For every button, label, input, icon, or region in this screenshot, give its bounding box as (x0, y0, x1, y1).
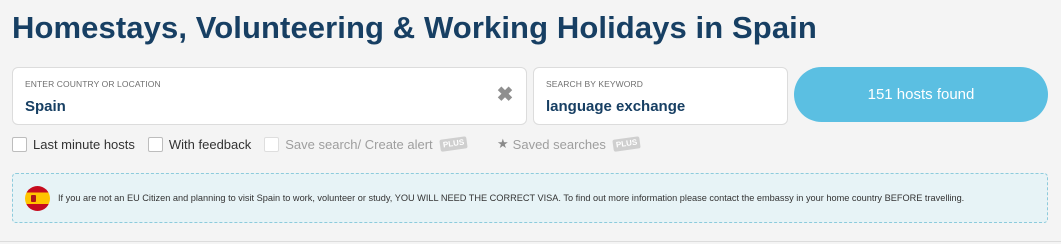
keyword-field[interactable]: SEARCH BY KEYWORD (533, 67, 788, 125)
with-feedback-checkbox-box[interactable] (147, 136, 163, 152)
visa-notice: If you are not an EU Citizen and plannin… (12, 173, 1048, 223)
plus-badge: PLUS (612, 136, 641, 152)
location-field[interactable]: ENTER COUNTRY OR LOCATION ✖ (12, 67, 527, 125)
last-minute-checkbox[interactable]: Last minute hosts (12, 136, 135, 152)
last-minute-label: Last minute hosts (33, 136, 135, 152)
plus-badge: PLUS (438, 136, 468, 152)
visa-notice-text: If you are not an EU Citizen and plannin… (58, 193, 965, 203)
hosts-found-button[interactable]: 151 hosts found (794, 67, 1048, 122)
last-minute-checkbox-box[interactable] (12, 136, 27, 152)
save-search-label: Save search/ Create alert (285, 136, 433, 152)
keyword-input[interactable] (546, 98, 776, 115)
location-field-label: ENTER COUNTRY OR LOCATION (25, 79, 161, 89)
star-icon: ★ (497, 136, 509, 151)
keyword-field-label: SEARCH BY KEYWORD (546, 79, 643, 89)
search-filters: Last minute hosts With feedback Save sea… (12, 135, 641, 153)
divider (0, 241, 1061, 242)
saved-searches-label: Saved searches (512, 136, 606, 152)
spain-flag-icon (25, 186, 50, 211)
with-feedback-label: With feedback (168, 136, 252, 152)
close-icon[interactable]: ✖ (496, 85, 514, 105)
save-search-checkbox-box[interactable] (264, 136, 280, 152)
with-feedback-checkbox[interactable]: With feedback (147, 136, 252, 152)
location-input[interactable] (25, 98, 485, 115)
page-title: Homestays, Volunteering & Working Holida… (12, 10, 817, 45)
save-search-checkbox[interactable]: Save search/ Create alert PLUS (264, 136, 468, 152)
saved-searches-link[interactable]: ★ Saved searches PLUS (497, 136, 641, 152)
